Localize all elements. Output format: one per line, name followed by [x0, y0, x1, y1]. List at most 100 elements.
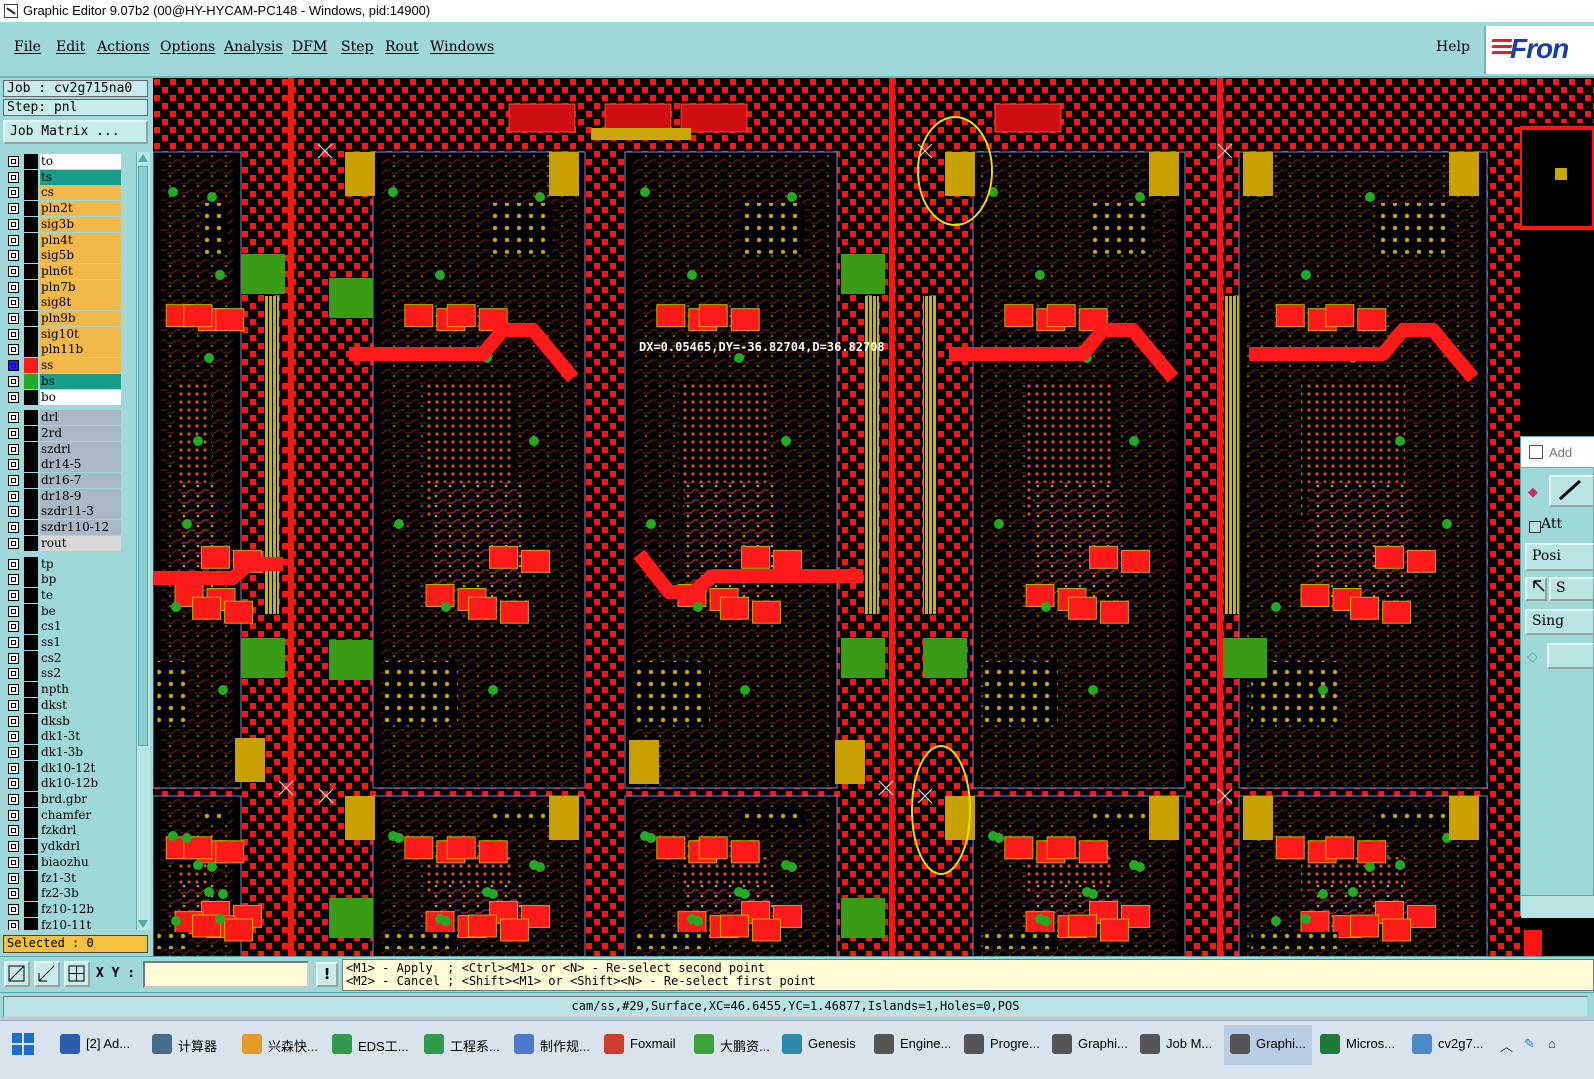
layer-name[interactable]: szdr110-12 — [40, 520, 121, 536]
layer-color-swatch[interactable] — [24, 373, 38, 389]
layer-row-cs2[interactable]: cs2 — [4, 650, 122, 666]
layer-name[interactable]: fz10-11t — [40, 917, 121, 930]
layer-color-swatch[interactable] — [24, 839, 38, 855]
layer-name[interactable]: brd.gbr — [40, 792, 121, 807]
layer-color-swatch[interactable] — [24, 729, 38, 745]
layer-row-pln9b[interactable]: pln9b — [4, 311, 122, 326]
layer-color-swatch[interactable] — [24, 682, 38, 698]
job-matrix-button[interactable]: Job Matrix ... — [3, 120, 148, 144]
layer-color-swatch[interactable] — [24, 572, 38, 588]
layer-visibility-checkbox[interactable] — [8, 475, 19, 486]
layer-color-swatch[interactable] — [24, 776, 38, 792]
layer-row-fzkdrl[interactable]: fzkdrl — [4, 823, 122, 839]
layer-color-swatch[interactable] — [24, 488, 38, 504]
layer-name[interactable]: pln6t — [40, 263, 121, 279]
layer-visibility-checkbox[interactable] — [8, 762, 19, 774]
layer-name[interactable]: dr14-5 — [40, 457, 121, 473]
layer-row-pln7b[interactable]: pln7b — [4, 279, 122, 295]
tray-chevron-icon[interactable]: ︿ — [1500, 1036, 1513, 1055]
layer-visibility-checkbox[interactable] — [8, 203, 19, 215]
layer-name[interactable]: ss2 — [40, 666, 121, 682]
layer-name[interactable]: npth — [40, 682, 121, 698]
layer-row-dr18-9[interactable]: dr18-9 — [4, 488, 122, 504]
layer-row-szdr11-3[interactable]: szdr11-3 — [4, 504, 122, 520]
layer-color-swatch[interactable] — [24, 650, 38, 666]
layer-row-ts[interactable]: ts — [4, 169, 122, 185]
layer-name[interactable]: chamfer — [40, 807, 121, 823]
layer-row-sig3b[interactable]: sig3b — [4, 216, 122, 232]
tray-app-icon[interactable]: ✎ — [1524, 1036, 1535, 1052]
layer-color-swatch[interactable] — [24, 311, 38, 326]
layer-row-dk1-3t[interactable]: dk1-3t — [4, 729, 122, 745]
layer-visibility-checkbox[interactable] — [8, 328, 19, 340]
layer-color-swatch[interactable] — [24, 154, 38, 169]
layer-row-sig5b[interactable]: sig5b — [4, 248, 122, 264]
layer-visibility-checkbox[interactable] — [8, 187, 19, 199]
layer-row-sig8t[interactable]: sig8t — [4, 295, 122, 311]
layer-color-swatch[interactable] — [24, 169, 38, 185]
layer-visibility-checkbox[interactable] — [8, 856, 19, 868]
taskbar-item[interactable]: Graphi... — [1224, 1025, 1312, 1065]
layer-visibility-checkbox[interactable] — [8, 156, 19, 167]
layer-color-swatch[interactable] — [24, 823, 38, 839]
menu-options[interactable]: Options — [160, 39, 215, 55]
layer-list-scrollbar[interactable] — [136, 152, 150, 930]
layer-color-swatch[interactable] — [24, 587, 38, 603]
attr-checkbox[interactable] — [1529, 521, 1541, 533]
menu-file[interactable]: File — [14, 39, 41, 55]
layer-color-swatch[interactable] — [24, 917, 38, 930]
layer-row-sig10t[interactable]: sig10t — [4, 326, 122, 342]
layer-color-swatch[interactable] — [24, 556, 38, 572]
layer-color-swatch[interactable] — [24, 473, 38, 488]
layer-name[interactable]: dr16-7 — [40, 473, 121, 488]
taskbar-item[interactable]: Genesis — [776, 1025, 866, 1065]
windows-start-icon[interactable] — [12, 1033, 34, 1055]
layer-name[interactable]: fzkdrl — [40, 823, 121, 839]
taskbar-item[interactable]: Graphi... — [1046, 1025, 1132, 1065]
layer-color-swatch[interactable] — [24, 389, 38, 405]
layer-visibility-checkbox[interactable] — [8, 443, 19, 455]
layer-row-bs[interactable]: bs — [4, 373, 122, 389]
taskbar-item[interactable]: cv2g7... — [1406, 1025, 1492, 1065]
layer-visibility-checkbox[interactable] — [8, 558, 19, 570]
layer-visibility-checkbox[interactable] — [8, 778, 19, 790]
layer-name[interactable]: fz10-12b — [40, 901, 121, 917]
menu-windows[interactable]: Windows — [430, 39, 494, 55]
taskbar-item[interactable]: Progre... — [958, 1025, 1044, 1065]
layer-color-swatch[interactable] — [24, 619, 38, 635]
layer-row-fz1-3t[interactable]: fz1-3t — [4, 870, 122, 886]
menu-rout[interactable]: Rout — [385, 39, 419, 55]
layer-visibility-checkbox[interactable] — [8, 412, 19, 424]
layer-row-te[interactable]: te — [4, 587, 122, 603]
layer-color-swatch[interactable] — [24, 713, 38, 729]
layer-visibility-checkbox[interactable] — [8, 506, 19, 518]
layer-name[interactable]: szdrl — [40, 441, 121, 457]
layer-visibility-checkbox[interactable] — [8, 903, 19, 915]
layer-row-pln6t[interactable]: pln6t — [4, 263, 122, 279]
layer-visibility-checkbox[interactable] — [8, 234, 19, 246]
layer-visibility-checkbox[interactable] — [8, 375, 19, 387]
taskbar-item[interactable]: 计算器 — [146, 1025, 234, 1065]
layer-color-swatch[interactable] — [24, 185, 38, 201]
layer-visibility-checkbox[interactable] — [8, 313, 19, 324]
layer-row-rout[interactable]: rout — [4, 535, 122, 551]
layer-row-bo[interactable]: bo — [4, 389, 122, 405]
menu-help[interactable]: Help — [1436, 39, 1470, 55]
layer-row-ss2[interactable]: ss2 — [4, 666, 122, 682]
position-button[interactable]: Posi — [1525, 543, 1594, 571]
layer-name[interactable]: biaozhu — [40, 854, 121, 870]
layer-color-swatch[interactable] — [24, 901, 38, 917]
layer-visibility-checkbox[interactable] — [8, 265, 19, 277]
layer-row-ss[interactable]: ss — [4, 358, 122, 374]
layer-row-be[interactable]: be — [4, 603, 122, 619]
layer-color-swatch[interactable] — [24, 886, 38, 902]
layer-name[interactable]: sig8t — [40, 295, 121, 311]
exclamation-button[interactable]: ! — [316, 962, 338, 987]
taskbar-item[interactable]: 工程系... — [418, 1025, 506, 1065]
layer-row-cs1[interactable]: cs1 — [4, 619, 122, 635]
layer-row-ydkdrl[interactable]: ydkdrl — [4, 839, 122, 855]
layer-name[interactable]: dk1-3b — [40, 744, 121, 760]
scroll-up-icon[interactable] — [138, 154, 148, 162]
taskbar-item[interactable]: EDS工... — [326, 1025, 414, 1065]
layer-visibility-checkbox[interactable] — [8, 652, 19, 664]
